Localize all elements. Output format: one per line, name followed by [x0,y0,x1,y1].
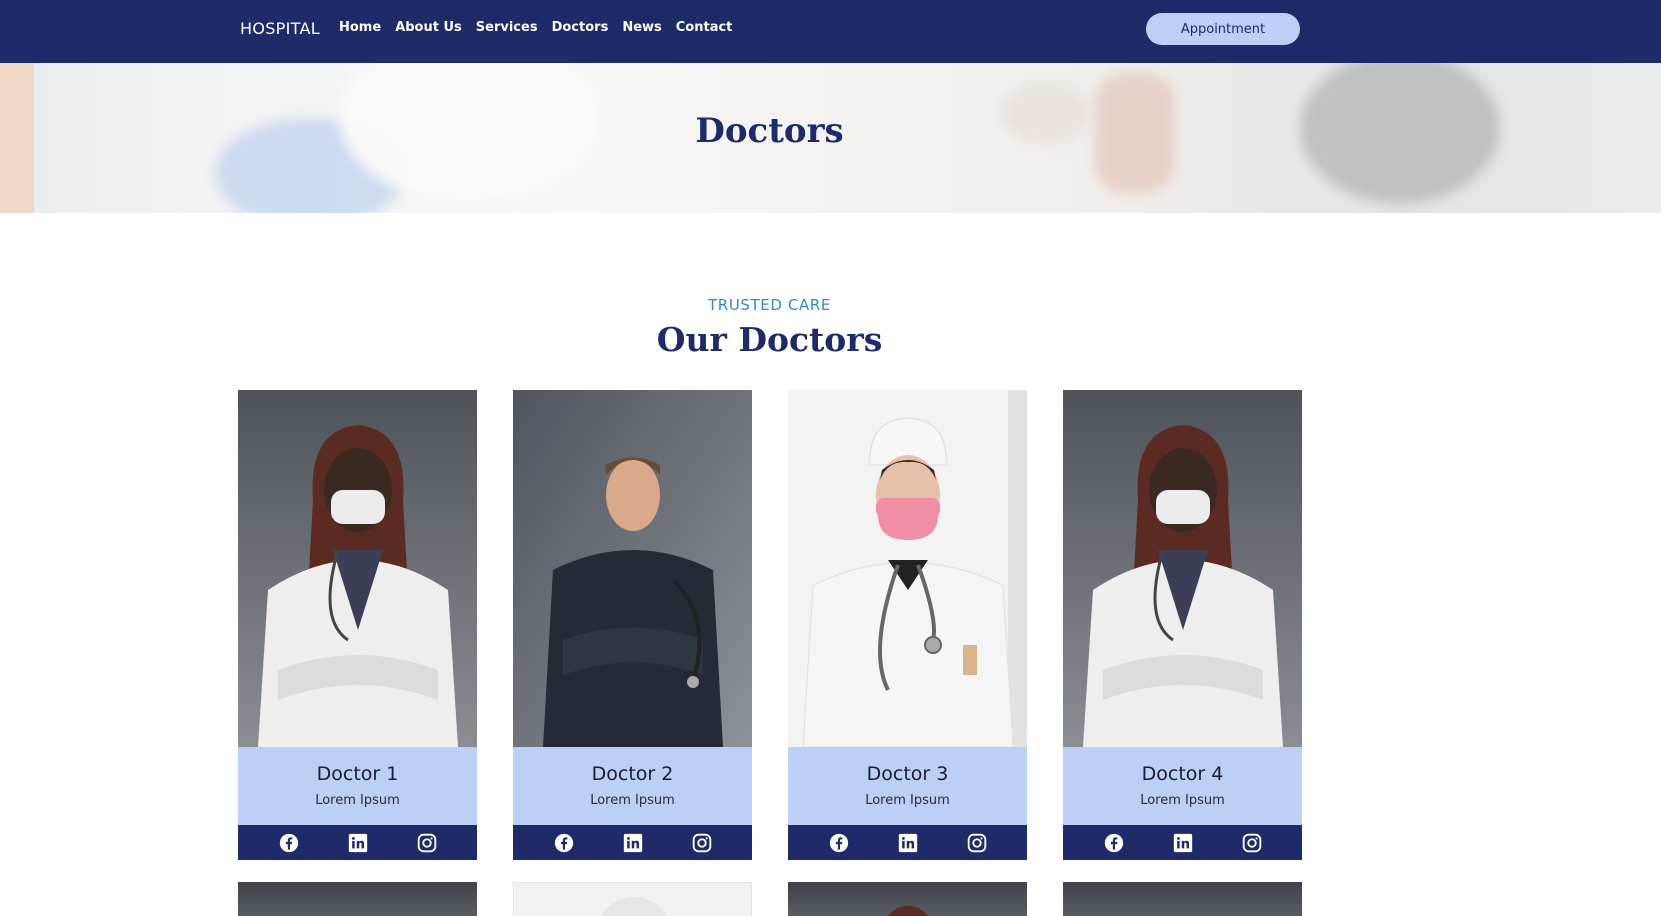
doctor-info: Doctor 4 Lorem Ipsum [1063,747,1302,825]
doctor-card: Doctor 3 Lorem Ipsum [788,390,1027,860]
doctor-card-partial [1063,882,1302,916]
nav-link-about-us[interactable]: About Us [395,20,462,35]
doctor-card: Doctor 2 Lorem Ipsum [513,390,752,860]
linkedin-icon[interactable] [348,833,368,853]
instagram-icon[interactable] [1242,833,1262,853]
doctor-card: Doctor 4 Lorem Ipsum [1063,390,1302,860]
linkedin-icon[interactable] [1173,833,1193,853]
doctor-card-partial [788,882,1027,916]
doctor-role: Lorem Ipsum [315,793,400,808]
doctor-card-partial [513,882,752,916]
nav-link-contact[interactable]: Contact [676,20,733,35]
nav-link-services[interactable]: Services [476,20,538,35]
facebook-icon[interactable] [829,833,849,853]
doctor-role: Lorem Ipsum [865,793,950,808]
nav-menu: Home About Us Services Doctors News Cont… [339,20,732,35]
instagram-icon[interactable] [692,833,712,853]
doctor-info: Doctor 3 Lorem Ipsum [788,747,1027,825]
doctor-name: Doctor 2 [591,763,674,785]
facebook-icon[interactable] [279,833,299,853]
social-links [513,825,752,860]
doctor-photo [788,390,1027,747]
nav-link-news[interactable]: News [622,20,661,35]
doctor-role: Lorem Ipsum [590,793,675,808]
linkedin-icon[interactable] [623,833,643,853]
instagram-icon[interactable] [417,833,437,853]
section-eyebrow: TRUSTED CARE [708,296,831,314]
linkedin-icon[interactable] [898,833,918,853]
nav-link-doctors[interactable]: Doctors [552,20,609,35]
doctor-card: Doctor 1 Lorem Ipsum [238,390,477,860]
hero-banner: Doctors [0,63,1661,213]
appointment-button[interactable]: Appointment [1146,13,1300,45]
doctor-role: Lorem Ipsum [1140,793,1225,808]
doctor-photo [238,390,477,747]
doctor-photo [513,390,752,747]
doctor-info: Doctor 1 Lorem Ipsum [238,747,477,825]
social-links [788,825,1027,860]
doctor-name: Doctor 1 [316,763,399,785]
social-links [238,825,477,860]
doctor-info: Doctor 2 Lorem Ipsum [513,747,752,825]
doctor-photo [1063,390,1302,747]
navbar: HOSPITAL Home About Us Services Doctors … [0,0,1661,63]
doctor-name: Doctor 3 [866,763,949,785]
facebook-icon[interactable] [1104,833,1124,853]
brand-logo[interactable]: HOSPITAL [240,19,320,38]
nav-link-home[interactable]: Home [339,20,381,35]
doctor-card-partial [238,882,477,916]
social-links [1063,825,1302,860]
page-title: Doctors [695,111,844,151]
instagram-icon[interactable] [967,833,987,853]
section-title: Our Doctors [656,320,883,359]
facebook-icon[interactable] [554,833,574,853]
doctor-name: Doctor 4 [1141,763,1224,785]
